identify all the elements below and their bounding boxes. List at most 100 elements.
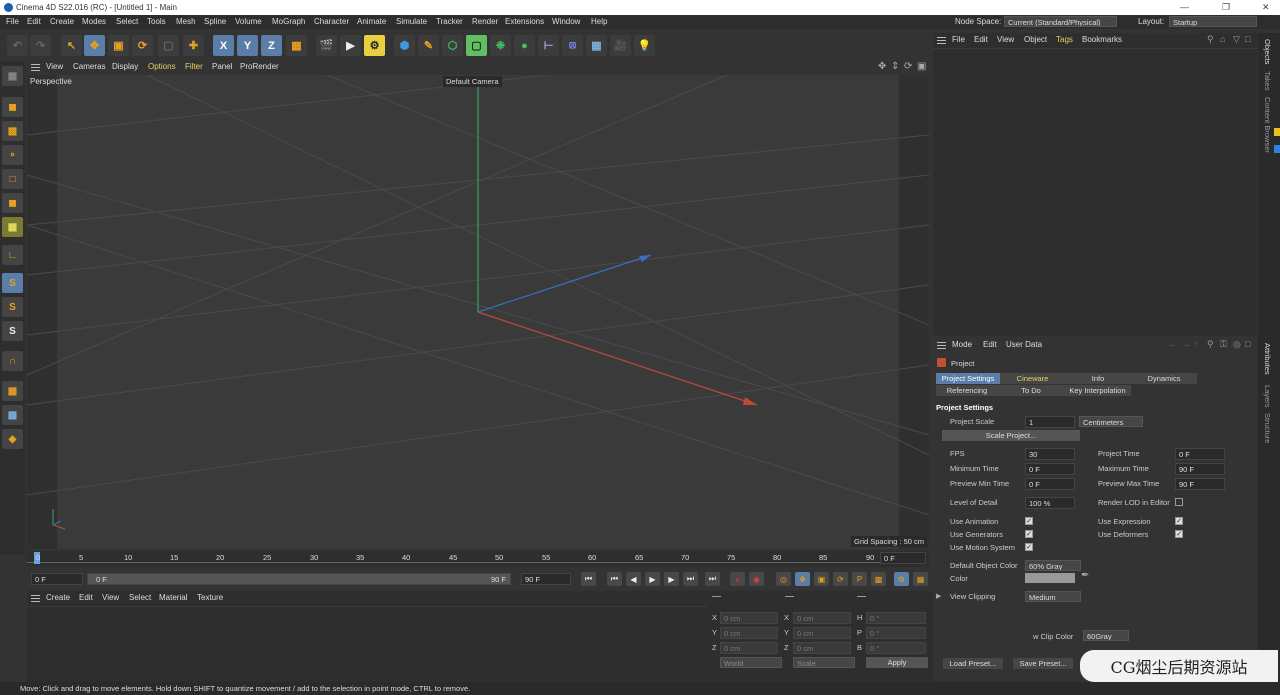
render-lod-checkbox[interactable]	[1175, 498, 1183, 506]
tab-todo[interactable]: To Do	[998, 385, 1064, 396]
play-icon[interactable]: ▶	[645, 572, 660, 586]
back-arrow-icon[interactable]: ←	[1168, 339, 1177, 349]
viewport[interactable]: Perspective Default Camera Grid Spacing …	[27, 75, 929, 549]
y-axis-button[interactable]: Y	[237, 35, 258, 56]
minimum-time-field[interactable]: 0 F	[1025, 463, 1075, 475]
material-menu-icon[interactable]	[31, 595, 40, 602]
default-object-color-dropdown[interactable]: 60% Gray	[1025, 560, 1081, 571]
menu-select[interactable]: Select	[116, 17, 138, 26]
field-icon[interactable]: ⦻	[562, 35, 583, 56]
redo-icon[interactable]: ↷	[30, 35, 51, 56]
scheme-settings-icon[interactable]: ⚙	[894, 572, 909, 586]
tab-attributes[interactable]: Attributes	[1263, 343, 1272, 375]
use-deformers-checkbox[interactable]: ✓	[1175, 530, 1183, 538]
orbit-view-icon[interactable]: ⟳	[904, 61, 912, 72]
obj-menu-object[interactable]: Object	[1024, 35, 1047, 44]
project-scale-unit-dropdown[interactable]: Centimeters	[1079, 416, 1143, 427]
toggle-view-icon[interactable]: ▣	[917, 61, 926, 72]
size-mode-dropdown[interactable]: Scale	[793, 657, 855, 668]
tab-content-browser[interactable]: Content Browser	[1263, 97, 1272, 153]
obj-menu-view[interactable]: View	[997, 35, 1014, 44]
level-of-detail-field[interactable]: 100 %	[1025, 497, 1075, 509]
deformer-icon[interactable]: ⊢	[538, 35, 559, 56]
pen-icon[interactable]: ✎	[418, 35, 439, 56]
frame-range-slider[interactable]: 0 F 90 F	[87, 573, 511, 585]
vp-menu-options[interactable]: Options	[148, 62, 176, 71]
viewport-menu-icon[interactable]	[31, 64, 40, 71]
model-mode-icon[interactable]: ◼	[2, 97, 23, 117]
attr-new-window-icon[interactable]: □	[1245, 339, 1250, 349]
snap-settings-icon[interactable]: S	[2, 297, 23, 317]
menu-help[interactable]: Help	[591, 17, 607, 26]
forward-arrow-icon[interactable]: →	[1181, 339, 1190, 349]
menu-file[interactable]: File	[6, 17, 19, 26]
menu-mograph[interactable]: MoGraph	[272, 17, 305, 26]
obj-menu-tags[interactable]: Tags	[1056, 35, 1073, 44]
vp-menu-display[interactable]: Display	[112, 62, 138, 71]
key-pla-icon[interactable]: ▩	[871, 572, 886, 586]
maximize-icon[interactable]: ❐	[1222, 2, 1230, 13]
z-axis-button[interactable]: Z	[261, 35, 282, 56]
go-to-end-icon[interactable]: ⏭	[705, 572, 720, 586]
close-icon[interactable]: ✕	[1262, 2, 1270, 13]
grid-icon[interactable]: ▩	[2, 405, 23, 425]
start-frame-field[interactable]: 0 F	[31, 573, 83, 585]
load-preset-button[interactable]: Load Preset...	[943, 658, 1003, 669]
use-expression-checkbox[interactable]: ✓	[1175, 517, 1183, 525]
menu-extensions[interactable]: Extensions	[505, 17, 544, 26]
previous-key-icon[interactable]: ⏮	[607, 572, 622, 586]
tab-layers[interactable]: Layers	[1263, 385, 1272, 408]
tab-referencing[interactable]: Referencing	[936, 385, 998, 396]
zoom-view-icon[interactable]: ⇕	[891, 61, 899, 72]
size-z-field[interactable]: 0 cm	[793, 642, 851, 654]
coordinate-system-icon[interactable]: ▦	[286, 35, 307, 56]
workplane-icon[interactable]: ▦	[2, 381, 23, 401]
size-x-field[interactable]: 0 cm	[793, 612, 851, 624]
next-frame-icon[interactable]: ▶	[664, 572, 679, 586]
timeline-ruler[interactable]: 0 5 10 15 20 25 30 35 40 45 50 55 60 65 …	[27, 551, 929, 567]
vp-menu-cameras[interactable]: Cameras	[73, 62, 105, 71]
move-tool-icon[interactable]: ✥	[84, 35, 105, 56]
magnet-icon[interactable]: ∩	[2, 351, 23, 371]
menu-tools[interactable]: Tools	[147, 17, 166, 26]
scale-tool-icon[interactable]: ▣	[108, 35, 129, 56]
home-icon[interactable]: ⌂	[1220, 34, 1225, 44]
floor-icon[interactable]: ▦	[586, 35, 607, 56]
menu-tracker[interactable]: Tracker	[436, 17, 463, 26]
autokey-icon[interactable]: ◉	[749, 572, 764, 586]
use-generators-checkbox[interactable]: ✓	[1025, 530, 1033, 538]
attr-search-icon[interactable]: ⚲	[1207, 339, 1214, 350]
view-clipping-dropdown[interactable]: Medium	[1025, 591, 1081, 602]
new-window-icon[interactable]: □	[1245, 34, 1250, 44]
key-parameter-icon[interactable]: P	[852, 572, 867, 586]
save-preset-button[interactable]: Save Preset...	[1013, 658, 1073, 669]
x-axis-button[interactable]: X	[213, 35, 234, 56]
position-x-field[interactable]: 0 cm	[720, 612, 778, 624]
tab-structure[interactable]: Structure	[1263, 413, 1272, 443]
minimize-icon[interactable]: —	[1180, 2, 1189, 12]
obj-menu-edit[interactable]: Edit	[974, 35, 988, 44]
max-frame-field[interactable]: 90 F	[521, 573, 571, 585]
render-to-picture-viewer-icon[interactable]: ▶	[340, 35, 361, 56]
attr-menu-userdata[interactable]: User Data	[1006, 340, 1042, 349]
make-editable-icon[interactable]: ▦	[2, 66, 23, 86]
tab-takes[interactable]: Takes	[1263, 71, 1272, 91]
menu-render[interactable]: Render	[472, 17, 498, 26]
lock-icon[interactable]: ⚿	[1220, 339, 1227, 350]
key-selection-icon[interactable]: ◎	[776, 572, 791, 586]
use-motion-system-checkbox[interactable]: ✓	[1025, 543, 1033, 551]
attr-menu-edit[interactable]: Edit	[983, 340, 997, 349]
key-scale-icon[interactable]: ▣	[814, 572, 829, 586]
tab-info[interactable]: Info	[1065, 373, 1131, 384]
position-y-field[interactable]: 0 cm	[720, 627, 778, 639]
go-to-start-icon[interactable]: ⏮	[581, 572, 596, 586]
snap-icon[interactable]: S	[2, 273, 23, 293]
render-settings-icon[interactable]: ⚙	[364, 35, 385, 56]
next-key-icon[interactable]: ⏭	[683, 572, 698, 586]
apply-button[interactable]: Apply	[866, 657, 928, 668]
polygon-mode-icon[interactable]: ◼	[2, 193, 23, 213]
locked-workplane-icon[interactable]: ◆	[2, 429, 23, 449]
extrude-icon[interactable]: ▢	[466, 35, 487, 56]
mat-menu-select[interactable]: Select	[129, 593, 151, 602]
rotation-h-field[interactable]: 0 °	[866, 612, 926, 624]
